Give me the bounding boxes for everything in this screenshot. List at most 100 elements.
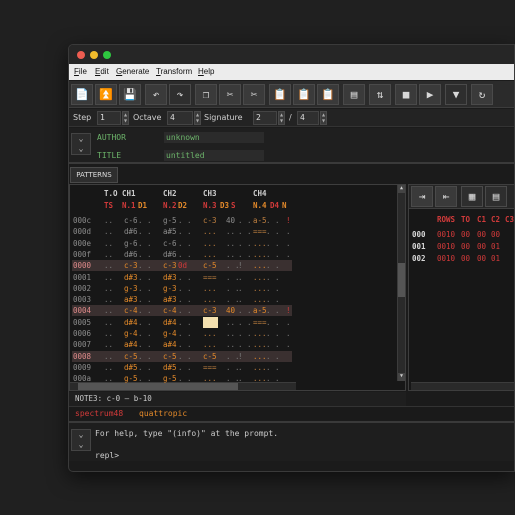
new-file-icon[interactable]: 📄 bbox=[71, 84, 93, 105]
pattern-cell[interactable]: . . bbox=[178, 339, 192, 350]
sequence-cell[interactable]: 00 bbox=[491, 229, 500, 240]
pattern-cell[interactable]: 0006 bbox=[73, 328, 91, 339]
paste-icon[interactable]: 📋 bbox=[269, 84, 291, 105]
loop-icon[interactable]: ↻ bbox=[471, 84, 493, 105]
pattern-cell[interactable]: 0004 bbox=[73, 305, 91, 316]
pattern-cell[interactable]: . . bbox=[178, 317, 192, 328]
pattern-cell[interactable]: . . bbox=[178, 351, 192, 362]
pattern-cell[interactable]: . . bbox=[266, 260, 280, 271]
pattern-cell[interactable]: 0d bbox=[178, 260, 187, 271]
pattern-cell[interactable]: . bbox=[286, 328, 291, 339]
pattern-cell[interactable]: c-5 bbox=[203, 260, 217, 271]
pattern-cell[interactable]: .. bbox=[226, 328, 235, 339]
pattern-cell[interactable]: ... bbox=[203, 339, 217, 350]
pattern-cell[interactable]: === bbox=[203, 362, 217, 373]
pattern-cell[interactable]: . . bbox=[138, 283, 152, 294]
pattern-cell[interactable]: ! bbox=[286, 305, 291, 316]
pattern-cell[interactable]: . . bbox=[238, 215, 252, 226]
menu-transform[interactable]: Transform bbox=[156, 67, 192, 76]
undo-icon[interactable]: ↶ bbox=[145, 84, 167, 105]
pattern-cell[interactable]: . bbox=[238, 272, 243, 283]
maximize-window-button[interactable] bbox=[103, 51, 111, 59]
pattern-cell[interactable]: . . bbox=[138, 351, 152, 362]
pattern-cell[interactable]: ! bbox=[238, 351, 243, 362]
pattern-cell[interactable]: .. bbox=[226, 238, 235, 249]
pattern-cell[interactable]: ... bbox=[203, 283, 217, 294]
scroll-down-arrow[interactable]: ▼ bbox=[398, 373, 405, 381]
pattern-cell[interactable]: d#5 bbox=[163, 362, 177, 373]
pattern-cell[interactable]: 0001 bbox=[73, 272, 91, 283]
pattern-cell[interactable]: .. bbox=[104, 249, 113, 260]
pattern-cell[interactable]: . . bbox=[178, 283, 192, 294]
move-row-icon[interactable]: ▤ bbox=[485, 186, 507, 207]
sequence-cell[interactable]: 01 bbox=[491, 241, 500, 252]
pattern-cell[interactable]: 000d bbox=[73, 226, 91, 237]
author-field[interactable]: unknown bbox=[164, 132, 264, 143]
pattern-cell[interactable]: d#6 bbox=[124, 249, 138, 260]
pattern-cell[interactable]: . . bbox=[138, 294, 152, 305]
sequence-cell[interactable]: 0010 bbox=[437, 253, 455, 264]
close-window-button[interactable] bbox=[77, 51, 85, 59]
pattern-cell[interactable]: 0002 bbox=[73, 283, 91, 294]
pattern-cell[interactable]: . . bbox=[238, 226, 252, 237]
sequence-cell[interactable]: 000 bbox=[412, 229, 426, 240]
pattern-cell[interactable]: . . bbox=[178, 272, 192, 283]
pattern-cell[interactable]: . . bbox=[138, 317, 152, 328]
collapse-metadata-button[interactable]: ⌄ ⌄ bbox=[71, 133, 91, 155]
pattern-cell[interactable]: 000c bbox=[73, 215, 91, 226]
copy-icon[interactable]: ❐ bbox=[195, 84, 217, 105]
pattern-cell[interactable]: 0007 bbox=[73, 339, 91, 350]
pattern-cell[interactable]: . . bbox=[238, 328, 252, 339]
pattern-cell[interactable]: .. bbox=[104, 260, 113, 271]
pattern-cell[interactable]: 40 bbox=[226, 305, 235, 316]
pattern-cell[interactable]: .. bbox=[226, 317, 235, 328]
scroll-thumb[interactable] bbox=[398, 263, 405, 297]
pattern-vertical-scrollbar[interactable]: ▲ ▼ bbox=[397, 185, 405, 381]
sequence-cell[interactable]: 01 bbox=[491, 253, 500, 264]
pattern-cell[interactable]: 0000 bbox=[73, 260, 91, 271]
step-input[interactable]: 1 bbox=[97, 111, 121, 125]
pattern-cell[interactable]: . . bbox=[266, 373, 280, 384]
pattern-cell[interactable]: c-3 bbox=[124, 260, 138, 271]
paste-merge-icon[interactable]: 📋 bbox=[317, 84, 339, 105]
pattern-cell[interactable]: d#3 bbox=[124, 272, 138, 283]
octave-stepper[interactable]: ▲ ▼ bbox=[194, 111, 201, 125]
porous-paste-icon[interactable]: ▤ bbox=[343, 84, 365, 105]
pattern-cell[interactable]: ... bbox=[253, 339, 267, 350]
pattern-cell[interactable]: . . bbox=[266, 283, 280, 294]
collapse-repl-button[interactable]: ⌄ ⌄ bbox=[71, 429, 91, 451]
swap-icon[interactable]: ⇅ bbox=[369, 84, 391, 105]
sequence-panel[interactable]: ⇥ ⇤ ▦ ▤ ROWS TO C1 C2 C3 000 0010 00 00 00 001 0010… bbox=[408, 184, 514, 391]
pattern-cell[interactable]: .. bbox=[104, 373, 113, 384]
title-field[interactable]: untitled bbox=[164, 150, 264, 161]
menu-help[interactable]: Help bbox=[198, 67, 214, 76]
pattern-cell[interactable]: .. bbox=[104, 294, 113, 305]
sequence-cell[interactable]: 00 bbox=[477, 229, 486, 240]
pattern-cell[interactable]: . . bbox=[266, 339, 280, 350]
play-from-start-icon[interactable]: ▶ bbox=[419, 84, 441, 105]
pattern-cell[interactable]: ... bbox=[253, 283, 267, 294]
pattern-cell[interactable]: . . bbox=[266, 272, 280, 283]
pattern-cell[interactable]: 40 bbox=[226, 215, 235, 226]
play-pattern-icon[interactable]: ▼ bbox=[445, 84, 467, 105]
pattern-cell[interactable]: . . bbox=[238, 317, 252, 328]
pattern-cell[interactable]: . . bbox=[238, 305, 252, 316]
pattern-cell[interactable]: a#3 bbox=[163, 294, 177, 305]
pattern-cell[interactable]: .. bbox=[226, 339, 235, 350]
pattern-cell[interactable]: . . bbox=[178, 294, 192, 305]
pattern-cell[interactable]: a-5 bbox=[253, 215, 267, 226]
pattern-cell[interactable]: ... bbox=[253, 328, 267, 339]
pattern-cell[interactable]: d#4 bbox=[124, 317, 138, 328]
sequence-cell[interactable]: 00 bbox=[461, 253, 470, 264]
scroll-up-arrow[interactable]: ▲ bbox=[398, 185, 405, 193]
minimize-window-button[interactable] bbox=[90, 51, 98, 59]
open-file-icon[interactable]: ⏫ bbox=[95, 84, 117, 105]
pattern-cell[interactable]: ... bbox=[253, 249, 267, 260]
pattern-cell[interactable]: . . bbox=[138, 215, 152, 226]
pattern-cell[interactable]: ... bbox=[253, 272, 267, 283]
pattern-cell[interactable]: . . bbox=[266, 215, 280, 226]
pattern-cell[interactable]: d#3 bbox=[163, 272, 177, 283]
pattern-cell[interactable]: 0003 bbox=[73, 294, 91, 305]
pattern-cell[interactable]: . . bbox=[138, 362, 152, 373]
pattern-cell[interactable]: a#4 bbox=[124, 339, 138, 350]
